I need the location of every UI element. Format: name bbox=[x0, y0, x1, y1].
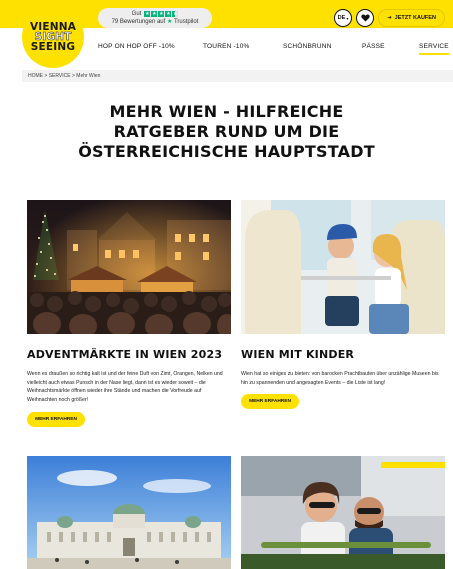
breadcrumb-separator: > bbox=[44, 73, 48, 79]
trustpilot-platform: Trustpilot bbox=[173, 19, 199, 25]
trustpilot-widget[interactable]: Gut ★ ★ ★ ★ ★ 79 Bewertungen auf ★ Trust… bbox=[98, 8, 212, 28]
star-icon: ★ bbox=[144, 11, 151, 17]
nav-paesse[interactable]: PÄSSE bbox=[362, 43, 385, 50]
card-text-wien-mit-kinder: Wien hat so einiges zu bieten: von baroc… bbox=[241, 371, 439, 386]
chevron-down-icon: ▾ bbox=[346, 15, 349, 21]
christmas-market-image[interactable] bbox=[27, 200, 231, 334]
more-info-button[interactable]: MEHR ERFAHREN bbox=[241, 394, 299, 409]
star-icon: ★ bbox=[151, 11, 158, 17]
heart-icon bbox=[360, 14, 370, 22]
trustpilot-stars: ★ ★ ★ ★ ★ bbox=[144, 11, 179, 17]
couple-on-bus-image[interactable] bbox=[241, 456, 445, 569]
favorites-button[interactable] bbox=[356, 9, 374, 27]
hofburg-palace-image[interactable] bbox=[27, 456, 231, 569]
more-info-button[interactable]: MEHR ERFAHREN bbox=[27, 412, 85, 427]
nav-hop-on-hop-off[interactable]: HOP ON HOP OFF -10% bbox=[98, 43, 175, 50]
breadcrumb-separator: > bbox=[71, 73, 75, 79]
language-code: DE bbox=[337, 15, 346, 21]
nav-service[interactable]: SERVICE bbox=[419, 43, 449, 55]
logo-text-seeing: SEEING bbox=[30, 41, 76, 53]
breadcrumb-service[interactable]: SERVICE bbox=[49, 73, 71, 79]
page-title-line: ÖSTERREICHISCHE HAUPTSTADT bbox=[78, 142, 375, 161]
page-title-line: MEHR WIEN - HILFREICHE bbox=[109, 102, 344, 121]
breadcrumb: HOME > SERVICE > Mehr Wien bbox=[22, 70, 453, 82]
star-icon: ★ bbox=[165, 11, 172, 17]
card-title-wien-mit-kinder[interactable]: WIEN MIT KINDER bbox=[241, 348, 354, 361]
trustpilot-reviews-count: 79 Bewertungen auf bbox=[111, 19, 166, 25]
kids-on-bus-image[interactable] bbox=[241, 200, 445, 334]
card-text-adventmaerkte: Wenn es draußen so richtig kalt ist und … bbox=[27, 371, 223, 403]
page-title: MEHR WIEN - HILFREICHE RATGEBER RUND UM … bbox=[60, 102, 393, 162]
trustpilot-rating-word: Gut bbox=[131, 11, 142, 17]
card-title-adventmaerkte[interactable]: ADVENTMÄRKTE IN WIEN 2023 bbox=[27, 348, 222, 361]
star-half-icon: ★ bbox=[172, 11, 179, 17]
star-icon: ★ bbox=[158, 11, 165, 17]
language-selector[interactable]: DE ▾ bbox=[334, 9, 352, 27]
page-title-line: RATGEBER RUND UM DIE bbox=[113, 122, 340, 141]
breadcrumb-home[interactable]: HOME bbox=[28, 73, 43, 79]
buy-now-label: JETZT KAUFEN bbox=[394, 15, 436, 21]
nav-touren[interactable]: TOUREN -10% bbox=[203, 43, 250, 50]
buy-now-button[interactable]: ➜ JETZT KAUFEN bbox=[378, 9, 445, 27]
arrow-right-icon: ➜ bbox=[387, 15, 392, 21]
trustpilot-star-icon: ★ bbox=[166, 19, 173, 25]
nav-schoenbrunn[interactable]: SCHÖNBRUNN bbox=[283, 43, 332, 50]
vienna-sightseeing-logo[interactable]: VIENNA SIGHT SEEING bbox=[22, 6, 84, 68]
breadcrumb-current: Mehr Wien bbox=[76, 73, 101, 79]
